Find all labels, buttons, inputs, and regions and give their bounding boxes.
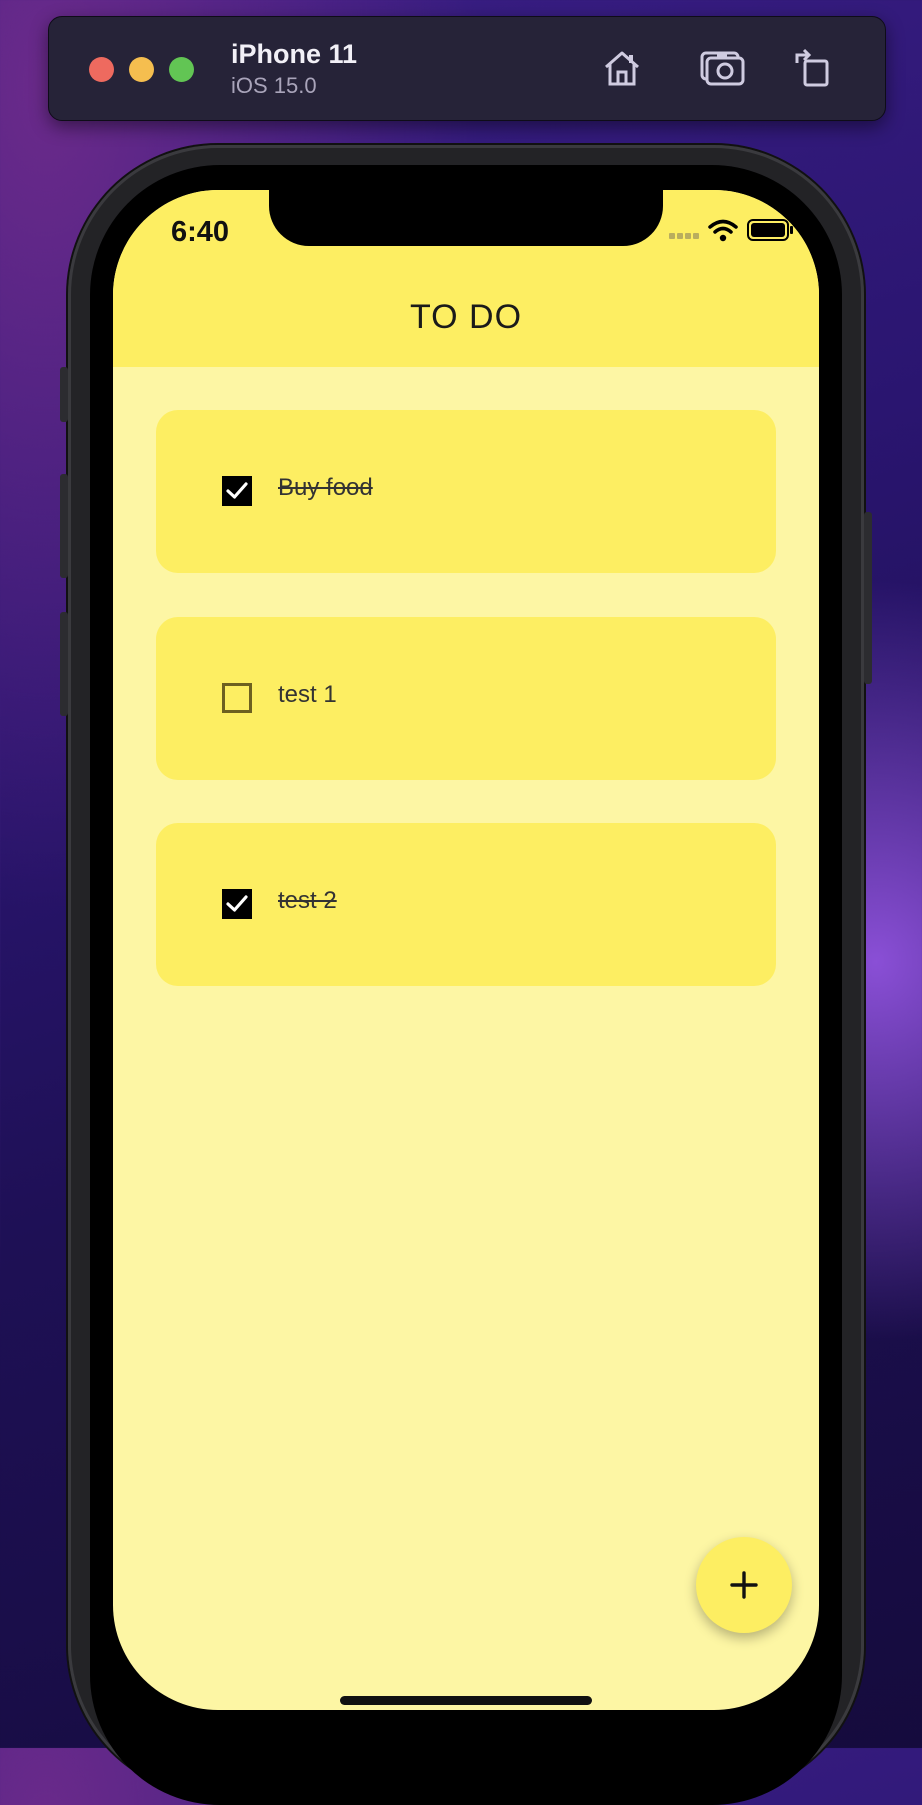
volume-up-button [60,474,68,578]
device-name: iPhone 11 [231,39,358,69]
home-icon[interactable] [599,45,645,91]
battery-icon [747,219,793,241]
status-time: 6:40 [171,216,230,248]
mute-switch [60,367,68,422]
checkmark-icon [226,482,248,499]
plus-icon [730,1571,758,1599]
checkbox-checked[interactable] [222,476,252,506]
app-bar: 6:40 TO DO [113,190,819,367]
todo-item[interactable]: test 2 [156,823,776,986]
simulator-toolbar: iPhone 11 iOS 15.0 [48,16,886,121]
todo-item[interactable]: Buy food [156,410,776,573]
status-icons [669,216,809,246]
todo-item[interactable]: test 1 [156,617,776,780]
zoom-window-button[interactable] [169,57,194,82]
todo-label: test 1 [278,681,337,708]
screenshot-camera-icon[interactable] [699,45,745,91]
wifi-icon [708,219,738,242]
page-title: TO DO [409,298,523,336]
todo-label: test 2 [278,887,337,914]
rotate-icon[interactable] [789,45,835,91]
cellular-signal-icon [669,233,699,239]
checkbox-checked[interactable] [222,889,252,919]
home-indicator[interactable] [340,1696,592,1705]
power-button [864,512,872,684]
add-todo-button[interactable] [696,1537,792,1633]
volume-down-button [60,612,68,716]
notch [269,190,663,246]
checkmark-icon [226,895,248,912]
device-os-version: iOS 15.0 [231,73,317,98]
app-screen: 6:40 TO DO Buy food test 1 test 2 [113,190,819,1710]
checkbox-unchecked[interactable] [222,683,252,713]
minimize-window-button[interactable] [129,57,154,82]
todo-label: Buy food [278,474,373,501]
close-window-button[interactable] [89,57,114,82]
